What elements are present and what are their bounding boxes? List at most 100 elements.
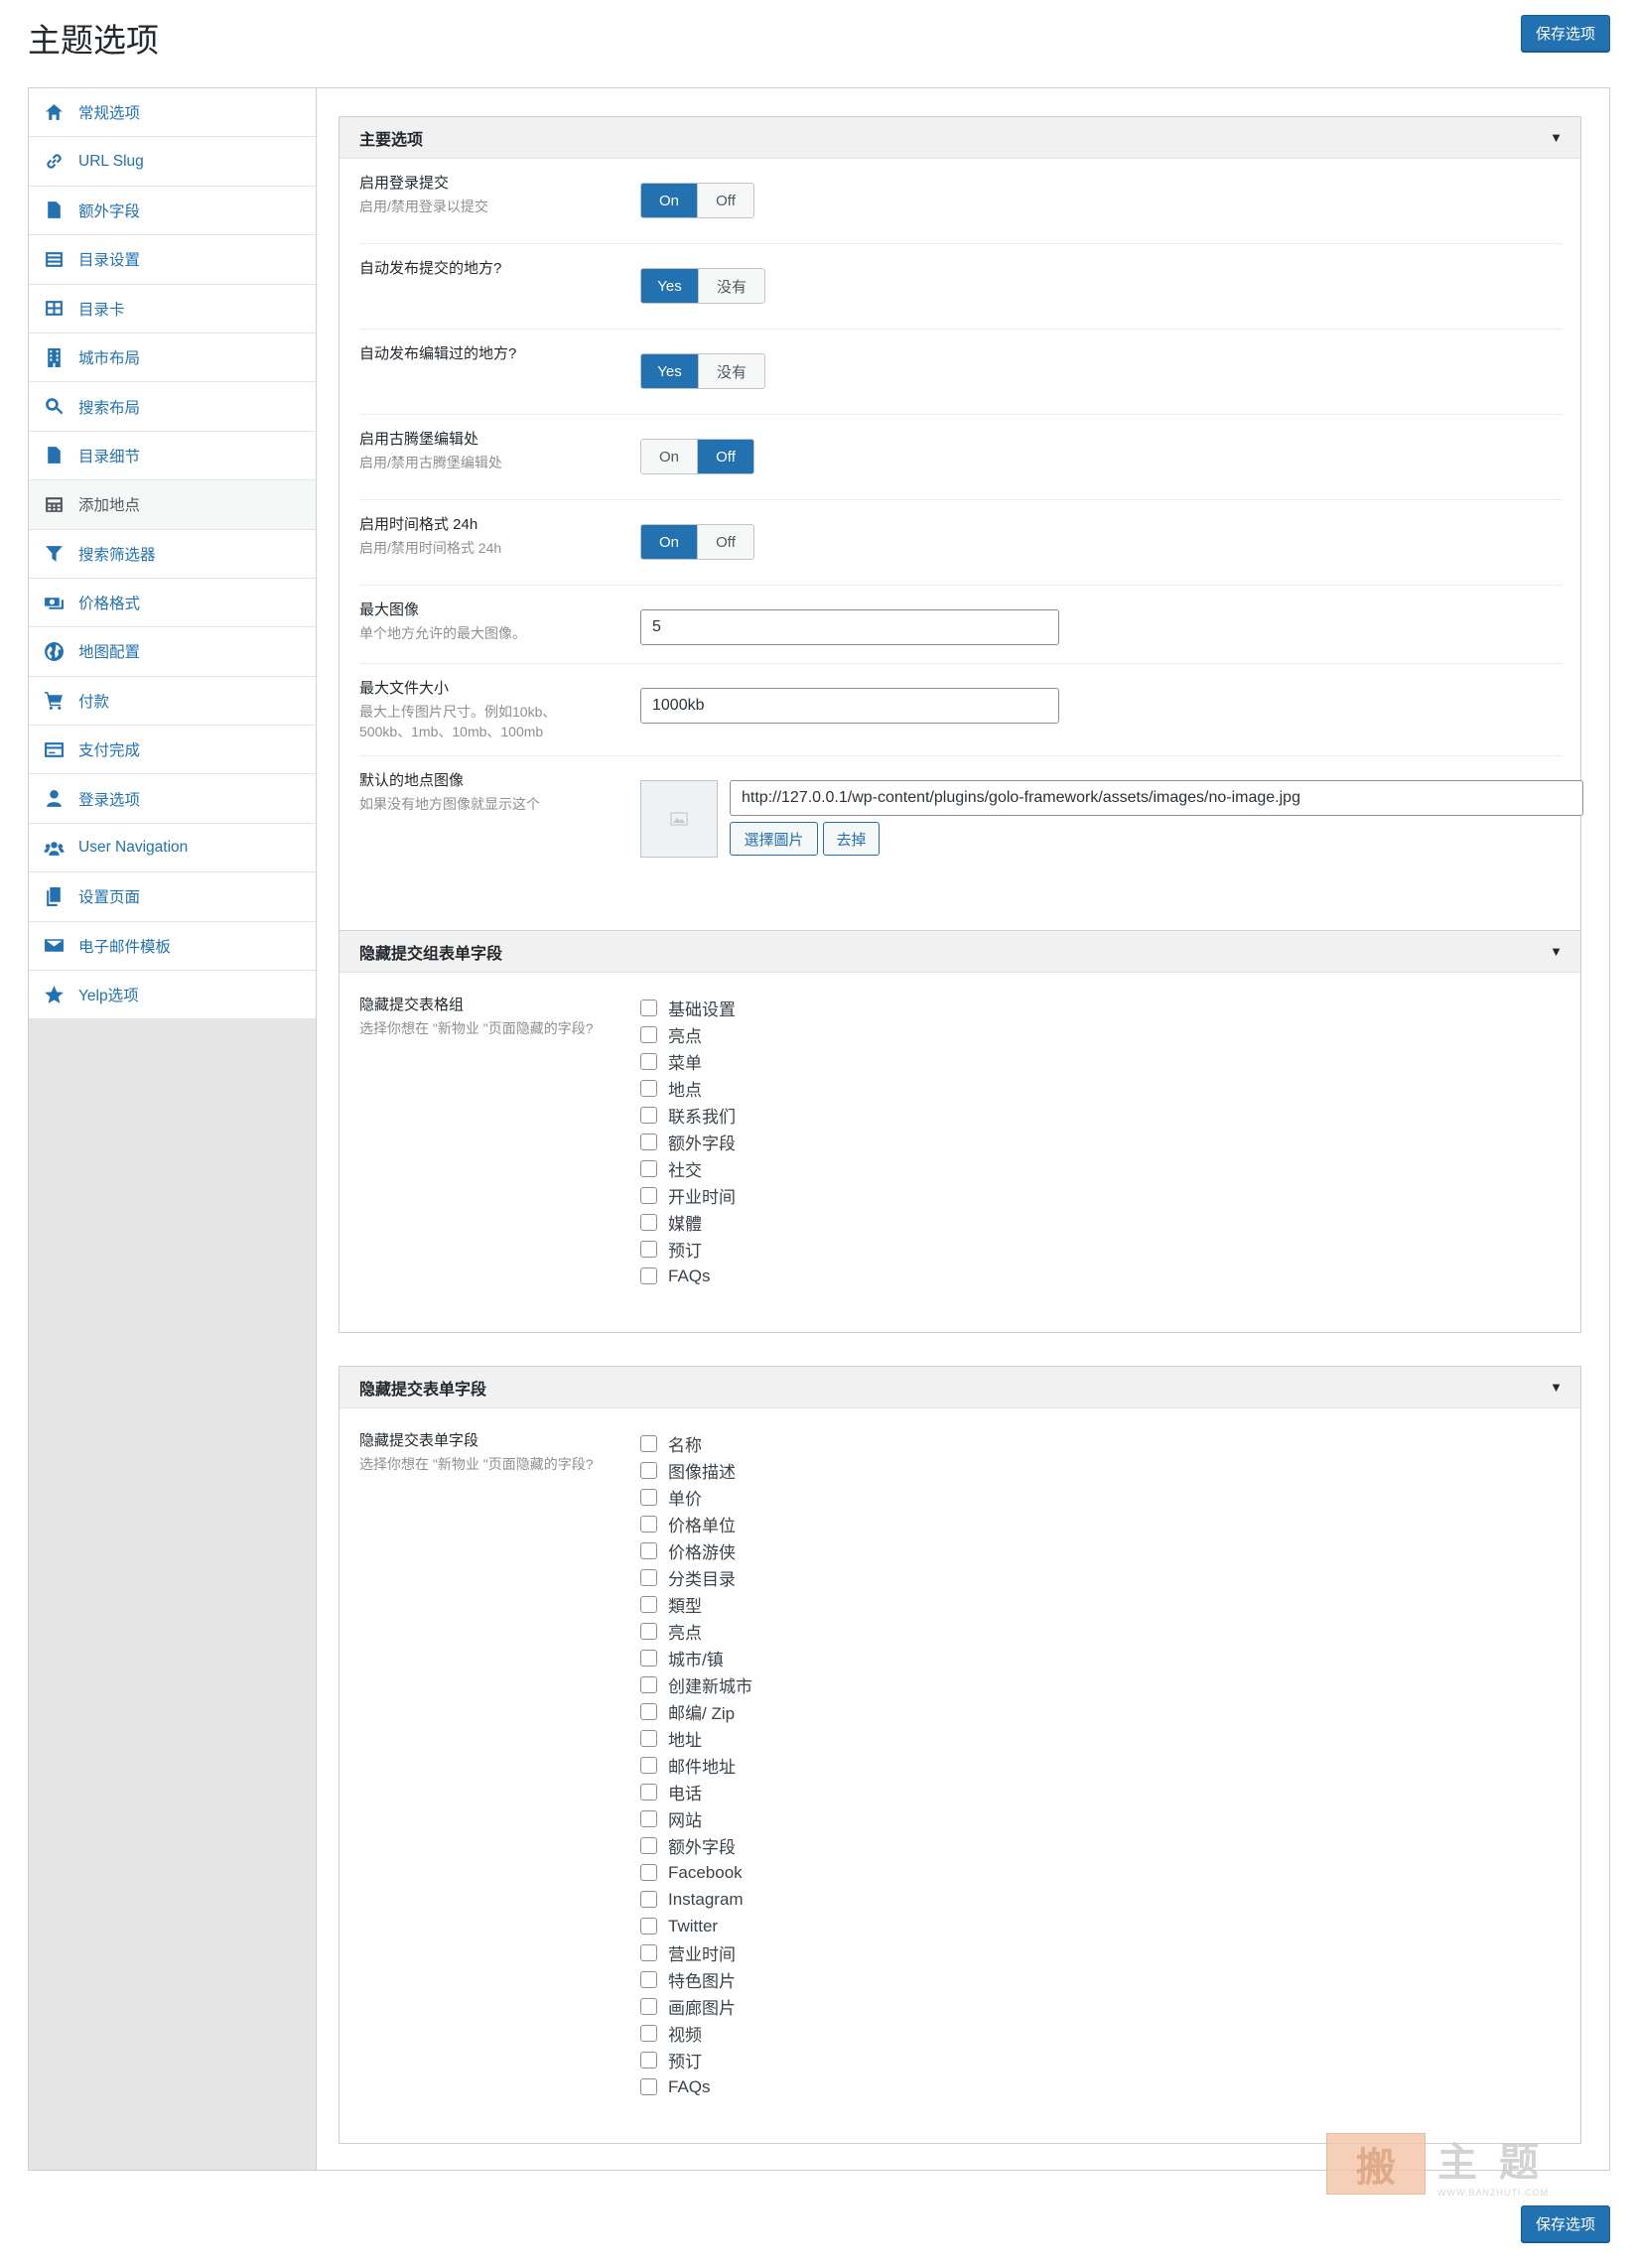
- checkbox-item[interactable]: 联系我们: [640, 1102, 736, 1129]
- checkbox-item[interactable]: 分类目录: [640, 1564, 752, 1591]
- hidden-fields-header[interactable]: 隐藏提交表单字段 ▼: [340, 1367, 1580, 1408]
- checkbox[interactable]: [640, 1489, 657, 1506]
- checkbox-item[interactable]: 城市/镇: [640, 1645, 752, 1671]
- checkbox[interactable]: [640, 1971, 657, 1988]
- sidebar-item-16[interactable]: 设置页面: [29, 872, 316, 922]
- checkbox-item[interactable]: 开业时间: [640, 1182, 736, 1209]
- checkbox[interactable]: [640, 1107, 657, 1124]
- default-image-preview[interactable]: [640, 780, 718, 858]
- sidebar-item-9[interactable]: 搜索筛选器: [29, 529, 316, 579]
- checkbox[interactable]: [640, 1134, 657, 1150]
- checkbox[interactable]: [640, 1676, 657, 1693]
- checkbox-item[interactable]: 社交: [640, 1155, 736, 1182]
- sidebar-item-10[interactable]: 价格格式: [29, 578, 316, 628]
- checkbox[interactable]: [640, 1267, 657, 1284]
- checkbox-item[interactable]: 邮编/ Zip: [640, 1698, 752, 1725]
- sidebar-item-17[interactable]: 电子邮件模板: [29, 921, 316, 972]
- toggle-on-option[interactable]: On: [641, 525, 697, 559]
- checkbox[interactable]: [640, 1998, 657, 2015]
- sidebar-item-15[interactable]: User Navigation: [29, 823, 316, 873]
- checkbox[interactable]: [640, 1623, 657, 1640]
- checkbox[interactable]: [640, 1596, 657, 1613]
- checkbox-item[interactable]: 特色图片: [640, 1966, 752, 1993]
- checkbox[interactable]: [640, 2025, 657, 2042]
- checkbox[interactable]: [640, 1080, 657, 1097]
- checkbox-item[interactable]: 画廊图片: [640, 1993, 752, 2020]
- checkbox-item[interactable]: 菜单: [640, 1048, 736, 1075]
- main-options-header[interactable]: 主要选项 ▼: [340, 117, 1580, 159]
- hidden-group-header[interactable]: 隐藏提交组表单字段 ▼: [340, 931, 1580, 973]
- checkbox[interactable]: [640, 1241, 657, 1258]
- checkbox-item[interactable]: 创建新城市: [640, 1671, 752, 1698]
- checkbox[interactable]: [640, 1944, 657, 1961]
- checkbox[interactable]: [640, 1000, 657, 1016]
- sidebar-item-4[interactable]: 目录卡: [29, 284, 316, 334]
- toggle-no-option[interactable]: 没有: [698, 269, 764, 303]
- toggle-off-option[interactable]: Off: [697, 440, 753, 473]
- collapse-caret-icon[interactable]: ▼: [1550, 1380, 1563, 1395]
- toggle-off-option[interactable]: Off: [697, 525, 753, 559]
- sidebar-item-5[interactable]: 城市布局: [29, 333, 316, 383]
- toggle-yes-option[interactable]: Yes: [641, 354, 698, 388]
- sidebar-item-0[interactable]: 常规选项: [29, 88, 316, 138]
- toggle-yes-option[interactable]: Yes: [641, 269, 698, 303]
- toggle-on-option[interactable]: On: [641, 440, 697, 473]
- sidebar-item-2[interactable]: 额外字段: [29, 186, 316, 236]
- sidebar-item-3[interactable]: 目录设置: [29, 235, 316, 285]
- checkbox[interactable]: [640, 1462, 657, 1479]
- checkbox[interactable]: [640, 1053, 657, 1070]
- sidebar-item-14[interactable]: 登录选项: [29, 774, 316, 824]
- sidebar-item-7[interactable]: 目录细节: [29, 431, 316, 481]
- checkbox-item[interactable]: 预订: [640, 1236, 736, 1263]
- checkbox-item[interactable]: Instagram: [640, 1886, 752, 1913]
- collapse-caret-icon[interactable]: ▼: [1550, 944, 1563, 959]
- checkbox-item[interactable]: FAQs: [640, 1263, 736, 1289]
- choose-image-button[interactable]: 選擇圖片: [730, 822, 818, 856]
- checkbox[interactable]: [640, 2078, 657, 2095]
- checkbox-item[interactable]: 地址: [640, 1725, 752, 1752]
- checkbox[interactable]: [640, 1837, 657, 1854]
- toggle-off-option[interactable]: Off: [697, 184, 753, 217]
- checkbox-item[interactable]: 预订: [640, 2047, 752, 2073]
- checkbox-item[interactable]: Twitter: [640, 1913, 752, 1939]
- checkbox[interactable]: [640, 1757, 657, 1774]
- checkbox[interactable]: [640, 1864, 657, 1881]
- checkbox[interactable]: [640, 1810, 657, 1827]
- sidebar-item-6[interactable]: 搜索布局: [29, 382, 316, 432]
- checkbox-item[interactable]: 地点: [640, 1075, 736, 1102]
- checkbox-item[interactable]: 亮点: [640, 1618, 752, 1645]
- checkbox[interactable]: [640, 1187, 657, 1204]
- checkbox[interactable]: [640, 2052, 657, 2068]
- toggle-no-option[interactable]: 没有: [698, 354, 764, 388]
- checkbox[interactable]: [640, 1026, 657, 1043]
- checkbox[interactable]: [640, 1542, 657, 1559]
- checkbox-item[interactable]: FAQs: [640, 2073, 752, 2100]
- checkbox[interactable]: [640, 1730, 657, 1747]
- collapse-caret-icon[interactable]: ▼: [1550, 130, 1563, 145]
- max-file-size-input[interactable]: 1000kb: [640, 688, 1059, 724]
- sidebar-item-18[interactable]: Yelp选项: [29, 971, 316, 1020]
- sidebar-item-13[interactable]: 支付完成: [29, 726, 316, 775]
- checkbox[interactable]: [640, 1569, 657, 1586]
- sidebar-item-12[interactable]: 付款: [29, 676, 316, 727]
- checkbox[interactable]: [640, 1516, 657, 1533]
- checkbox[interactable]: [640, 1784, 657, 1801]
- checkbox-item[interactable]: 图像描述: [640, 1457, 752, 1484]
- max-images-input[interactable]: 5: [640, 609, 1059, 645]
- sidebar-item-8[interactable]: 添加地点: [29, 480, 316, 530]
- sidebar-item-11[interactable]: 地图配置: [29, 627, 316, 677]
- save-options-button-top[interactable]: 保存选项: [1521, 15, 1610, 52]
- checkbox[interactable]: [640, 1891, 657, 1908]
- checkbox-item[interactable]: 价格单位: [640, 1511, 752, 1537]
- checkbox-item[interactable]: 额外字段: [640, 1129, 736, 1155]
- checkbox[interactable]: [640, 1918, 657, 1934]
- checkbox-item[interactable]: 邮件地址: [640, 1752, 752, 1779]
- checkbox-item[interactable]: Facebook: [640, 1859, 752, 1886]
- checkbox-item[interactable]: 营业时间: [640, 1939, 752, 1966]
- checkbox-item[interactable]: 名称: [640, 1430, 752, 1457]
- checkbox-item[interactable]: 电话: [640, 1779, 752, 1805]
- checkbox-item[interactable]: 视频: [640, 2020, 752, 2047]
- save-options-button-bottom[interactable]: 保存选项: [1521, 2205, 1610, 2242]
- checkbox[interactable]: [640, 1160, 657, 1177]
- toggle-on-option[interactable]: On: [641, 184, 697, 217]
